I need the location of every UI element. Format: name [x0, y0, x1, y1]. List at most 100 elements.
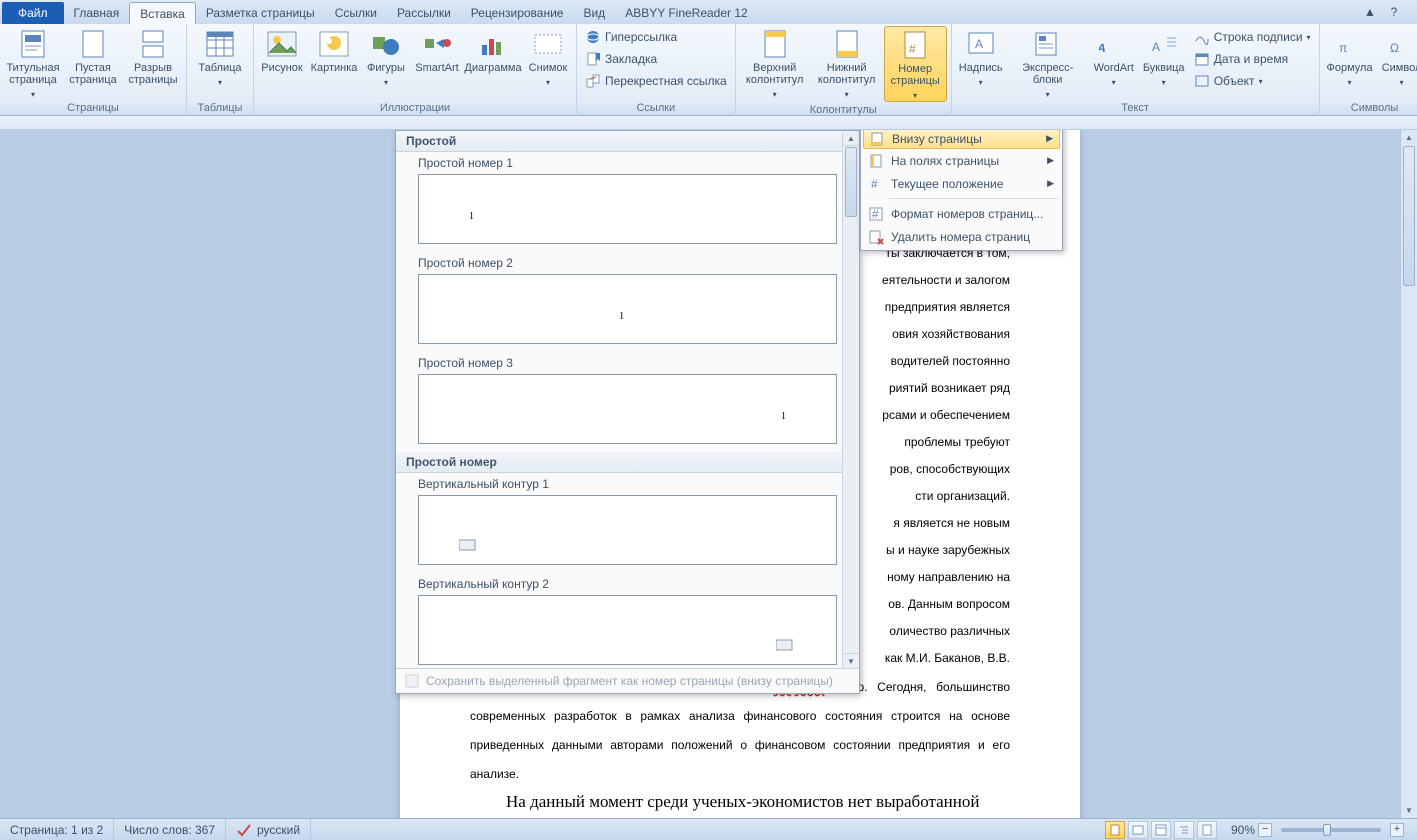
- dropcap-button[interactable]: A Буквица: [1140, 26, 1188, 88]
- menu-page-margins[interactable]: На полях страницы▶: [863, 149, 1060, 172]
- status-bar: Страница: 1 из 2 Число слов: 367 русский…: [0, 818, 1417, 840]
- gallery-item-vert-2[interactable]: [418, 595, 837, 665]
- group-text: A Надпись Экспресс-блоки A WordArt A Бук…: [952, 24, 1320, 116]
- group-symbols-label: Символы: [1324, 100, 1417, 116]
- hyperlink-button[interactable]: Гиперссылка: [581, 26, 681, 48]
- footer-button[interactable]: Нижний колонтитул: [812, 26, 882, 100]
- menu-remove-page-numbers[interactable]: Удалить номера страниц: [863, 225, 1060, 248]
- view-fullscreen[interactable]: [1128, 821, 1148, 839]
- zoom-in-button[interactable]: +: [1390, 823, 1404, 837]
- tab-insert[interactable]: Вставка: [129, 2, 196, 24]
- scroll-thumb[interactable]: [1403, 146, 1415, 286]
- group-pages-label: Страницы: [4, 100, 182, 116]
- tab-strip: Файл Главная Вставка Разметка страницы С…: [0, 0, 1417, 24]
- view-outline[interactable]: [1174, 821, 1194, 839]
- zoom-out-button[interactable]: −: [1258, 823, 1272, 837]
- gallery-scrollbar[interactable]: ▲ ▼: [842, 131, 859, 668]
- gallery-item-vert-1[interactable]: [418, 495, 837, 565]
- tab-mailings[interactable]: Рассылки: [387, 2, 461, 24]
- menu-format-page-numbers[interactable]: #Формат номеров страниц...: [863, 202, 1060, 225]
- tab-review[interactable]: Рецензирование: [461, 2, 574, 24]
- ribbon: Титульная страница Пустая страница Разры…: [0, 24, 1417, 116]
- file-tab[interactable]: Файл: [2, 2, 64, 24]
- view-web[interactable]: [1151, 821, 1171, 839]
- svg-text:#: #: [909, 42, 916, 56]
- status-page[interactable]: Страница: 1 из 2: [0, 819, 114, 840]
- page-number-submenu: Вверху страницы▶ Внизу страницы▶ На поля…: [860, 130, 1063, 251]
- svg-text:#: #: [871, 177, 878, 191]
- group-illustrations-label: Иллюстрации: [258, 100, 572, 116]
- blank-page-icon: [77, 28, 109, 60]
- signature-line-button[interactable]: Строка подписи ▾: [1190, 26, 1315, 48]
- group-tables-label: Таблицы: [191, 100, 249, 116]
- signature-icon: [1194, 29, 1210, 45]
- view-draft[interactable]: [1197, 821, 1217, 839]
- view-print-layout[interactable]: [1105, 821, 1125, 839]
- gallery-item-simple-3[interactable]: 1: [418, 374, 837, 444]
- gallery-item-simple-2[interactable]: 1: [418, 274, 837, 344]
- header-button[interactable]: Верхний колонтитул: [740, 26, 810, 100]
- minimize-ribbon-icon[interactable]: ▲: [1363, 5, 1377, 19]
- quickparts-button[interactable]: Экспресс-блоки: [1008, 26, 1088, 100]
- menu-bottom-of-page[interactable]: Внизу страницы▶: [863, 130, 1060, 149]
- group-headers: Верхний колонтитул Нижний колонтитул # Н…: [736, 24, 952, 116]
- object-button[interactable]: Объект ▾: [1190, 70, 1315, 92]
- wordart-button[interactable]: A WordArt: [1090, 26, 1138, 88]
- scroll-thumb[interactable]: [845, 147, 857, 217]
- textbox-icon: A: [965, 28, 997, 60]
- clipart-icon: [318, 28, 350, 60]
- shapes-button[interactable]: Фигуры: [362, 26, 410, 88]
- tab-home[interactable]: Главная: [64, 2, 130, 24]
- table-button[interactable]: Таблица: [191, 26, 249, 88]
- crossref-icon: [585, 73, 601, 89]
- document-scrollbar[interactable]: ▲ ▼: [1400, 130, 1417, 818]
- datetime-button[interactable]: Дата и время: [1190, 48, 1315, 70]
- save-selection-icon: [404, 673, 420, 689]
- status-word-count[interactable]: Число слов: 367: [114, 819, 226, 840]
- scroll-up-icon[interactable]: ▲: [843, 131, 859, 146]
- zoom-slider-thumb[interactable]: [1323, 824, 1331, 836]
- page-break-button[interactable]: Разрыв страницы: [124, 26, 182, 86]
- footer-icon: [831, 28, 863, 60]
- equation-button[interactable]: π Формула: [1324, 26, 1376, 88]
- page-margin-icon: [867, 153, 885, 169]
- crossref-button[interactable]: Перекрестная ссылка: [581, 70, 731, 92]
- quickparts-icon: [1032, 28, 1064, 60]
- scroll-down-icon[interactable]: ▼: [1401, 803, 1417, 818]
- picture-button[interactable]: Рисунок: [258, 26, 306, 74]
- blank-page-button[interactable]: Пустая страница: [64, 26, 122, 86]
- cover-page-button[interactable]: Титульная страница: [4, 26, 62, 100]
- page-number-button[interactable]: # Номер страницы: [884, 26, 947, 102]
- zoom-slider[interactable]: [1281, 828, 1381, 832]
- gallery-item-simple-1[interactable]: 1: [418, 174, 837, 244]
- textbox-button[interactable]: A Надпись: [956, 26, 1006, 88]
- group-pages: Титульная страница Пустая страница Разры…: [0, 24, 187, 116]
- scroll-up-icon[interactable]: ▲: [1401, 130, 1417, 145]
- symbol-button[interactable]: Ω Символ: [1378, 26, 1417, 88]
- gallery-item-label: Простой номер 3: [396, 352, 859, 372]
- tab-references[interactable]: Ссылки: [325, 2, 387, 24]
- help-icon[interactable]: ?: [1387, 5, 1401, 19]
- picture-icon: [266, 28, 298, 60]
- chart-button[interactable]: Диаграмма: [464, 26, 522, 74]
- clipart-button[interactable]: Картинка: [308, 26, 360, 74]
- gallery-item-label: Простой номер 2: [396, 252, 859, 272]
- document-area[interactable]: ты заключается в том,еятельности и залог…: [0, 130, 1417, 818]
- gallery-item-label: Простой номер 1: [396, 152, 859, 172]
- menu-current-position[interactable]: #Текущее положение▶: [863, 172, 1060, 195]
- tab-layout[interactable]: Разметка страницы: [196, 2, 325, 24]
- scroll-down-icon[interactable]: ▼: [843, 653, 859, 668]
- remove-icon: [867, 229, 885, 245]
- zoom-percent[interactable]: 90%: [1231, 823, 1255, 837]
- spellcheck-icon: [236, 822, 252, 838]
- smartart-button[interactable]: SmartArt: [412, 26, 462, 74]
- tab-view[interactable]: Вид: [573, 2, 615, 24]
- svg-text:#: #: [872, 207, 879, 221]
- status-language[interactable]: русский: [226, 819, 311, 840]
- format-icon: #: [867, 206, 885, 222]
- bookmark-button[interactable]: Закладка: [581, 48, 661, 70]
- page-number-gallery: Простой Простой номер 1 1 Простой номер …: [395, 130, 860, 694]
- screenshot-button[interactable]: Снимок: [524, 26, 572, 88]
- group-text-label: Текст: [956, 100, 1315, 116]
- tab-abby[interactable]: ABBYY FineReader 12: [615, 2, 758, 24]
